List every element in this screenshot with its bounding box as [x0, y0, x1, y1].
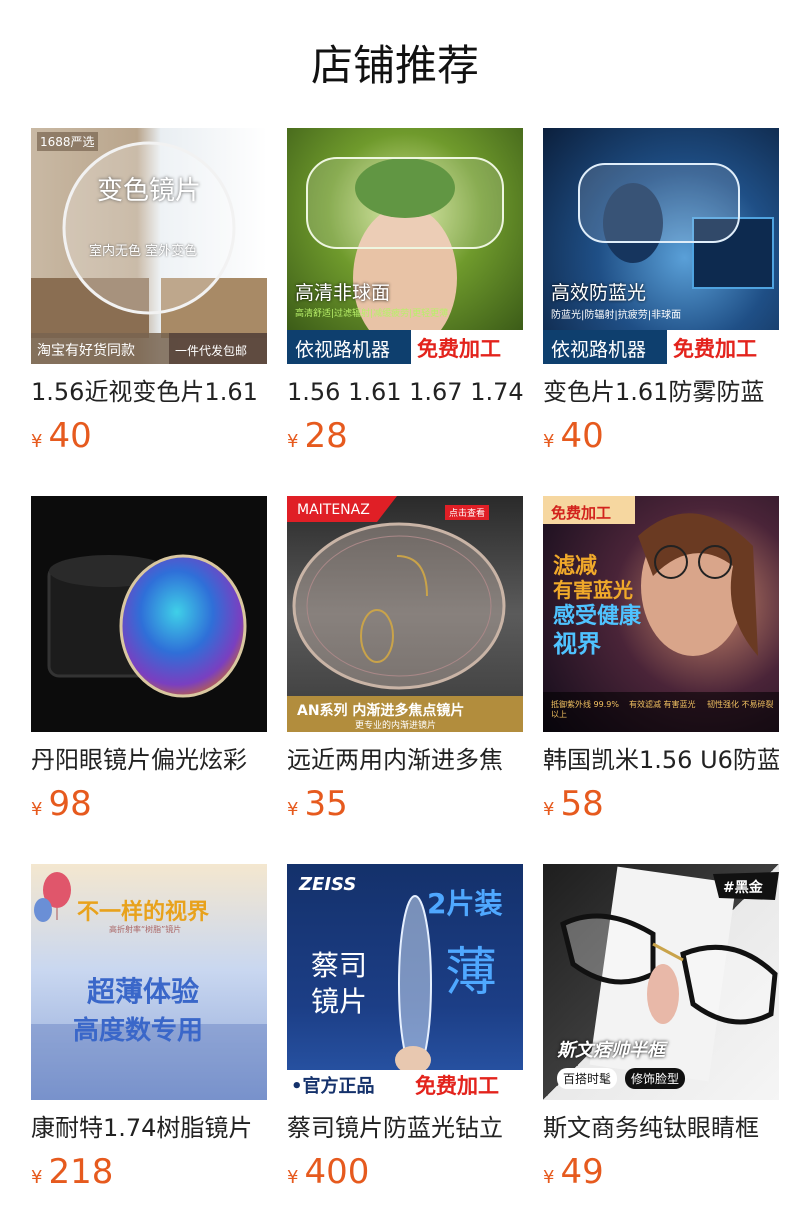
product-price: ¥58 [543, 784, 604, 824]
price-value: 98 [48, 784, 92, 824]
product-title[interactable]: 1.56 1.61 1.67 1.74 [287, 376, 523, 408]
product-title[interactable]: 康耐特1.74树脂镜片 [31, 1112, 267, 1144]
corner-label: 免费加工 [551, 504, 612, 522]
currency-symbol: ¥ [543, 799, 555, 820]
thumb-bottom-right: 一件代发包邮 [175, 344, 248, 358]
currency-symbol: ¥ [287, 431, 299, 452]
product-card[interactable]: MAITENAZ 点击查看 AN系列 内渐进多焦点镜片 更专业的内渐进镜片 远近… [287, 496, 523, 836]
lens-graphic [543, 163, 779, 364]
feature-1: 抵御紫外线 99.9%以上 [551, 700, 619, 719]
price-value: 40 [48, 416, 92, 456]
product-card[interactable]: 1688严选 变色镜片 室内无色 室外变色 淘宝有好货同款 一件代发包邮 1.5… [31, 128, 267, 468]
product-card[interactable]: 高效防蓝光 防蓝光|防辐射|抗疲劳|非球面 依视路机器 免费加工 变色片1.61… [543, 128, 779, 468]
thumb-bottom-right: 免费加工 [673, 337, 757, 361]
currency-symbol: ¥ [543, 431, 555, 452]
feature-2: 有效滤减 有害蓝光 [629, 700, 696, 709]
price-value: 40 [560, 416, 604, 456]
price-value: 218 [48, 1152, 114, 1192]
price-value: 49 [560, 1152, 604, 1192]
thumb-main-text-2: 高度数专用 [73, 1016, 204, 1046]
product-image[interactable]: 不一样的视界 高折射率“树脂”镜片 超薄体验 高度数专用 [31, 864, 267, 1100]
pill-2: 修饰脸型 [625, 1068, 686, 1089]
product-card[interactable]: 不一样的视界 高折射率“树脂”镜片 超薄体验 高度数专用 康耐特1.74树脂镜片… [31, 864, 267, 1204]
thumb-sub-text: 防蓝光|防辐射|抗疲劳|非球面 [551, 310, 682, 321]
thumb-main-text: 变色镜片 [97, 176, 202, 206]
product-image[interactable] [31, 496, 267, 732]
thumb-top-sub: 高折射率“树脂”镜片 [109, 925, 182, 934]
currency-symbol: ¥ [31, 431, 43, 452]
product-card[interactable]: ZEISS 2片装 蔡司 镜片 薄 •官方正品 免费加工 蔡司镜片防蓝光钻立 ¥… [287, 864, 523, 1204]
currency-symbol: ¥ [543, 1167, 555, 1188]
thumb-main-text-1: 蔡司 [311, 949, 368, 982]
product-image[interactable]: 1688严选 变色镜片 室内无色 室外变色 淘宝有好货同款 一件代发包邮 [31, 128, 267, 364]
product-image[interactable]: ZEISS 2片装 蔡司 镜片 薄 •官方正品 免费加工 [287, 864, 523, 1100]
thumb-main-text: 高效防蓝光 [551, 282, 647, 304]
corner-right-label: 点击查看 [445, 505, 490, 520]
feature-3: 韧性强化 不易碎裂 [707, 700, 774, 709]
product-title[interactable]: 远近两用内渐进多焦 [287, 744, 523, 776]
product-title[interactable]: 韩国凯米1.56 U6防蓝 [543, 744, 779, 776]
product-card[interactable]: 丹阳眼镜片偏光炫彩 ¥98 [31, 496, 267, 836]
price-value: 400 [304, 1152, 370, 1192]
product-card[interactable]: 高清非球面 高清舒适|过滤辐射|减缓疲劳|更轻更薄 依视路机器 免费加工 1.5… [287, 128, 523, 468]
thumb-main-text-1: 超薄体验 [87, 975, 200, 1008]
thumb-bottom-left: •官方正品 [291, 1076, 375, 1097]
product-price: ¥28 [287, 416, 348, 456]
brand-logo: ZEISS [299, 874, 357, 895]
lens-graphic [287, 157, 523, 364]
corner-label: MAITENAZ [297, 502, 370, 518]
currency-symbol: ¥ [287, 799, 299, 820]
product-title[interactable]: 1.56近视变色片1.61 [31, 376, 267, 408]
page-title: 店铺推荐 [310, 41, 479, 90]
product-card[interactable]: #黑金 斯文痞帅半框 百搭时髦 修饰脸型 斯文商务纯钛眼睛框 ¥49 [543, 864, 779, 1204]
thumb-bottom-right: 免费加工 [415, 1074, 499, 1098]
thumb-main-text: 斯文痞帅半框 [557, 1040, 665, 1061]
thumb-bottom-right: 免费加工 [417, 337, 501, 361]
product-image[interactable]: 高效防蓝光 防蓝光|防辐射|抗疲劳|非球面 依视路机器 免费加工 [543, 128, 779, 364]
product-image[interactable]: 高清非球面 高清舒适|过滤辐射|减缓疲劳|更轻更薄 依视路机器 免费加工 [287, 128, 523, 364]
product-price: ¥40 [31, 416, 92, 456]
thumb-sub-text: 更专业的内渐进镜片 [355, 721, 437, 731]
thumb-bottom-left: 依视路机器 [551, 339, 647, 361]
price-value: 58 [560, 784, 604, 824]
thumb-bottom-left: 淘宝有好货同款 [37, 343, 135, 359]
lens-graphic [560, 866, 779, 1082]
corner-label: 1688严选 [37, 132, 98, 151]
pill-1: 百搭时髦 [557, 1068, 618, 1089]
lens-graphic [47, 554, 247, 698]
thumb-main-text-2: 镜片 [311, 985, 368, 1018]
thumb-sub-text: 高清舒适|过滤辐射|减缓疲劳|更轻更薄 [295, 309, 449, 319]
thumb-bottom-left: 依视路机器 [295, 339, 391, 361]
product-price: ¥40 [543, 416, 604, 456]
tag-label: #黑金 [723, 880, 763, 896]
pack-label: 2片装 [427, 887, 503, 920]
price-value: 28 [304, 416, 348, 456]
product-price: ¥98 [31, 784, 92, 824]
product-title[interactable]: 变色片1.61防雾防蓝 [543, 376, 779, 408]
thumb-top-text: 不一样的视界 [77, 900, 210, 925]
thumb-sub-text: 室内无色 室外变色 [89, 244, 198, 259]
product-title[interactable]: 蔡司镜片防蓝光钻立 [287, 1112, 523, 1144]
currency-symbol: ¥ [287, 1167, 299, 1188]
thumb-main-text-4: 视界 [553, 630, 601, 658]
currency-symbol: ¥ [31, 1167, 43, 1188]
product-price: ¥49 [543, 1152, 604, 1192]
thin-label: 薄 [445, 943, 498, 1003]
product-price: ¥35 [287, 784, 348, 824]
price-value: 35 [304, 784, 348, 824]
product-card[interactable]: 免费加工 滤减 有害蓝光 感受健康 视界 抵御紫外线 99.9%以上 有效滤减 … [543, 496, 779, 836]
product-price: ¥400 [287, 1152, 369, 1192]
lens-graphic [287, 496, 523, 732]
product-price: ¥218 [31, 1152, 113, 1192]
product-image[interactable]: MAITENAZ 点击查看 AN系列 内渐进多焦点镜片 更专业的内渐进镜片 [287, 496, 523, 732]
currency-symbol: ¥ [31, 799, 43, 820]
product-image[interactable]: 免费加工 滤减 有害蓝光 感受健康 视界 抵御紫外线 99.9%以上 有效滤减 … [543, 496, 779, 732]
thumb-main-text: AN系列 内渐进多焦点镜片 [297, 703, 465, 719]
product-title[interactable]: 斯文商务纯钛眼睛框 [543, 1112, 779, 1144]
product-title[interactable]: 丹阳眼镜片偏光炫彩 [31, 744, 267, 776]
thumb-main-text: 高清非球面 [295, 282, 391, 304]
product-image[interactable]: #黑金 斯文痞帅半框 百搭时髦 修饰脸型 [543, 864, 779, 1100]
